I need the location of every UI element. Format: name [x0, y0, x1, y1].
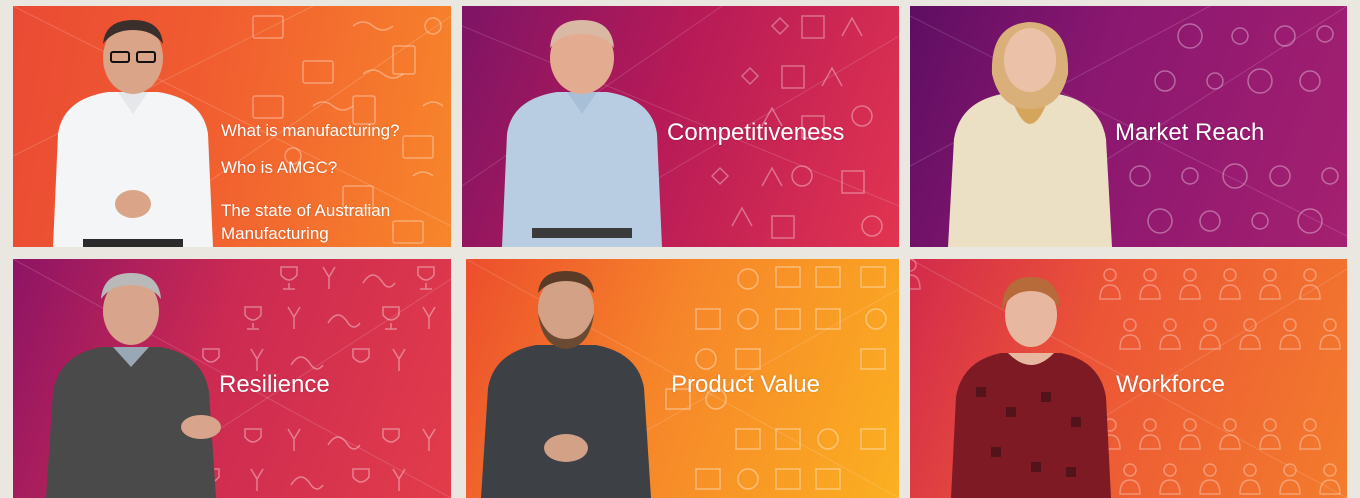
presenter-figure	[53, 20, 213, 247]
tile-title: Product Value	[671, 371, 820, 398]
video-tile-workforce[interactable]: Workforce	[910, 259, 1347, 498]
presenter-figure	[46, 273, 221, 498]
presenter-figure	[948, 22, 1112, 247]
presenter-figure	[481, 271, 651, 498]
tile-title: Workforce	[1116, 371, 1225, 398]
video-tile-product-value[interactable]: Product Value	[466, 259, 899, 498]
tile-title: Market Reach	[1115, 119, 1265, 146]
tile-topic-line-1: What is manufacturing?	[221, 121, 400, 140]
tile-title: Competitiveness	[667, 119, 845, 146]
video-tile-competitiveness[interactable]: Competitiveness	[462, 6, 899, 247]
presenter-figure	[951, 277, 1111, 498]
tile-topic-line-2: Who is AMGC?	[221, 158, 338, 177]
video-tile-market-reach[interactable]: Market Reach	[910, 6, 1347, 247]
tile-topic-line-4: Manufacturing	[221, 224, 329, 243]
video-tile-intro[interactable]: What is manufacturing? Who is AMGC? The …	[13, 6, 451, 247]
tile-topic-line-3: The state of Australian	[221, 201, 391, 220]
video-tile-resilience[interactable]: Resilience	[13, 259, 451, 498]
tile-title: Resilience	[219, 371, 330, 398]
presenter-figure	[502, 20, 662, 247]
